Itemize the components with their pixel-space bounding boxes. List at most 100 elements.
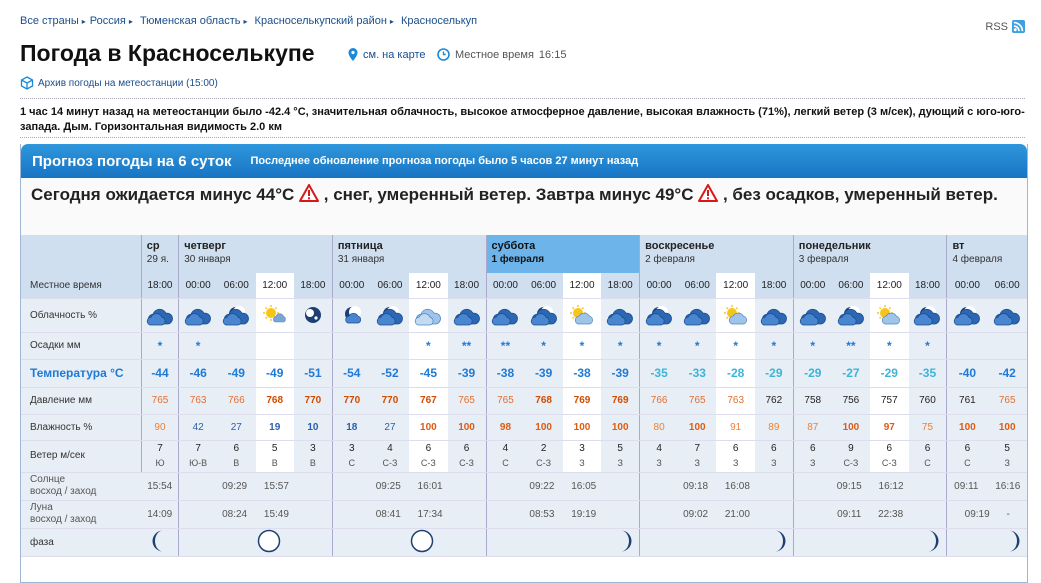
temp-row-cell: -40 [946, 359, 988, 388]
wind-speed: 6 [771, 443, 777, 454]
pressure-value: 768 [266, 395, 284, 406]
wind-speed: 6 [924, 443, 931, 454]
wind-direction: С-З [459, 458, 474, 468]
chevron-right-icon: ▸ [128, 17, 133, 26]
local-time-label: Местное время [455, 48, 534, 61]
forecast-header: Прогноз погоды на 6 суток Последнее обно… [21, 144, 1027, 178]
time-row-cell: 18:00 [908, 273, 947, 299]
day-name: воскресенье [645, 240, 715, 252]
label-part: восход / заход [30, 486, 97, 497]
temp-row-cell: -44 [140, 359, 179, 388]
wind-speed: 6 [233, 443, 240, 454]
moon-phase-cell [141, 528, 179, 557]
day-header-5: понедельник 3 февраля [792, 235, 947, 273]
moon-full-icon [257, 529, 281, 556]
breadcrumb-item[interactable]: Россия [90, 15, 126, 27]
sun-row-cell: 09:29 15:57 [178, 472, 333, 501]
time-row: Местное время 18:00 00:00 06:00 12:00 18:00 00… [21, 273, 1027, 299]
precip-row-cell: * [678, 332, 717, 360]
pressure-value: 763 [727, 395, 745, 406]
archive-link[interactable]: Архив погоды на метеостанции (15:00) [20, 76, 218, 90]
moon-row-value: 09:19 - [964, 508, 1010, 520]
moon-phase-cell [178, 528, 333, 557]
cloud-row-cell [831, 298, 871, 333]
humidity-value: 19 [269, 421, 281, 433]
day-name: четверг [184, 240, 226, 252]
day-date: 2 февраля [645, 254, 695, 265]
time-row-cell: 06:00 [370, 273, 410, 299]
wind-row-cell: 6С [946, 440, 988, 473]
wind-speed: 6 [425, 443, 432, 454]
temp-row-cell: -39 [601, 359, 640, 388]
sun-row-cell: 09:18 16:08 [639, 472, 794, 501]
breadcrumb-item[interactable]: Тюменская область [140, 15, 241, 27]
pressure-value: 770 [381, 395, 399, 406]
observation-text: 1 час 14 минут назад на метеостанции был… [20, 106, 1025, 133]
rss-link[interactable]: RSS [985, 20, 1025, 33]
partly-night-icon [913, 306, 941, 326]
humidity-value: 27 [384, 421, 396, 433]
moon-phase-cell [946, 528, 1027, 557]
partly-night-icon [953, 306, 981, 326]
breadcrumb-item[interactable]: Все страны [20, 15, 79, 27]
pressure-row-cell: 766 [639, 387, 679, 415]
day-date: 31 января [337, 254, 385, 265]
humidity-value: 90 [154, 421, 166, 433]
cloud-night-icon [993, 308, 1021, 326]
pressure-value: 767 [420, 395, 437, 406]
day-header-label [21, 235, 142, 273]
humidity-row-cell: 19 [255, 414, 294, 441]
cloud-day-icon [414, 308, 442, 326]
moon-waxing-crescent-icon [149, 530, 171, 556]
cloud-row: Облачность % [21, 298, 1027, 333]
temp-row-cell: -49 [217, 359, 256, 388]
cloud-row-cell [409, 298, 448, 333]
moon-full-icon [410, 529, 434, 556]
wind-direction: З [656, 458, 662, 468]
sun-row-value: 09:11 16:16 [954, 480, 1021, 492]
day-header-2: пятница 31 января [331, 235, 486, 273]
humidity-row-cell: 42 [178, 414, 218, 441]
time-row-cell: 12:00 [562, 273, 602, 299]
humidity-value: 89 [768, 421, 780, 433]
temp-row-cell: -42 [987, 359, 1027, 388]
humidity-row-cell: 100 [987, 414, 1027, 441]
breadcrumb-item[interactable]: Красноселькуп [401, 15, 477, 27]
moon-cloud-icon [338, 306, 366, 324]
temp-row-cell: -49 [255, 359, 294, 388]
time-row-cell: 12:00 [409, 273, 448, 299]
partly-night-icon [376, 306, 404, 326]
wind-speed: 6 [732, 443, 739, 454]
pressure-value: 760 [919, 395, 936, 406]
chevron-right-icon: ▸ [81, 17, 86, 26]
wind-direction: С [964, 458, 971, 468]
precip-row-cell: * [754, 332, 794, 360]
wind-direction: З [771, 458, 777, 468]
temp-row-cell: -51 [293, 359, 333, 388]
cube-icon [20, 76, 34, 90]
day-header-0: ср 29 я. [140, 235, 179, 273]
wind-speed: 3 [579, 443, 585, 454]
precip-row-cell: * [792, 332, 832, 360]
local-time-value: 16:15 [538, 48, 567, 61]
wind-direction: С-З [881, 458, 897, 468]
wind-speed: 3 [310, 443, 316, 454]
map-link[interactable]: см. на карте [348, 48, 426, 61]
wind-speed: 7 [694, 443, 701, 454]
breadcrumb-item[interactable]: Красноселькупский район [255, 15, 387, 27]
humidity-value: 75 [921, 421, 934, 433]
wind-speed: 4 [387, 443, 393, 454]
warning-icon [299, 184, 320, 202]
day-name: вт [952, 240, 965, 252]
humidity-row-cell: 100 [601, 414, 640, 441]
precip-row: Осадки мм * * * ** ** * * * * * * * * ** * * [21, 332, 1027, 360]
sun-row-cell: 09:15 16:12 [792, 472, 947, 501]
humidity-row-cell: 10 [293, 414, 333, 441]
cloud-row-cell [639, 298, 679, 333]
wind-row-cell: 6С [908, 440, 947, 473]
sun-row-cell: 09:25 16:01 [331, 472, 486, 501]
sun-row-value: 09:22 16:05 [529, 480, 597, 492]
humidity-row-cell: 100 [447, 414, 486, 441]
humidity-value: 100 [959, 421, 976, 433]
time-row-cell: 00:00 [639, 273, 679, 299]
